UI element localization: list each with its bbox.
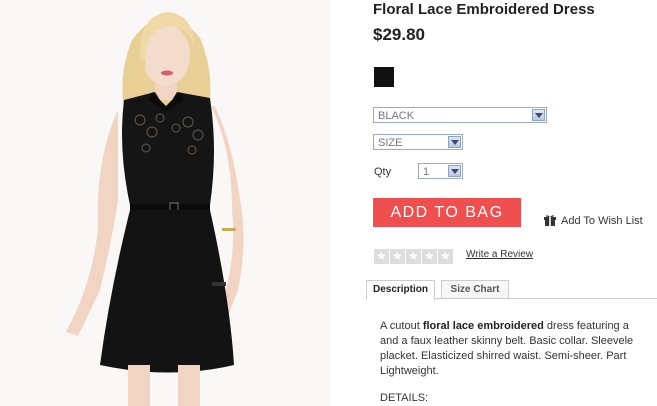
chevron-down-icon	[448, 136, 461, 148]
product-description: A cutout floral lace embroidered dress f…	[380, 319, 657, 379]
star-icon: ★	[390, 249, 405, 264]
star-icon: ★	[438, 249, 453, 264]
wishlist-label: Add To Wish List	[561, 215, 643, 227]
qty-select-value: 1	[423, 166, 430, 178]
add-to-bag-button[interactable]: ADD TO BAG	[373, 198, 521, 227]
product-price: $29.80	[373, 25, 425, 44]
qty-label: Qty	[374, 166, 392, 178]
color-swatch-black[interactable]	[374, 67, 394, 87]
product-image	[0, 0, 330, 406]
write-review-link[interactable]: Write a Review	[466, 249, 533, 260]
star-icon: ★	[406, 249, 421, 264]
color-select-value: BLACK	[378, 110, 415, 122]
star-icon: ★	[374, 249, 389, 264]
star-rating: ★ ★ ★ ★ ★	[374, 249, 453, 264]
size-select-value: SIZE	[378, 137, 403, 149]
product-title: Floral Lace Embroidered Dress	[373, 1, 595, 18]
details-heading: DETAILS:	[380, 392, 429, 404]
gift-icon	[544, 214, 556, 229]
chevron-down-icon	[448, 165, 461, 177]
tab-description[interactable]: Description	[366, 280, 435, 300]
star-icon: ★	[422, 249, 437, 264]
desc-line: placket. Elasticized shirred waist. Semi…	[380, 350, 627, 362]
tab-size-chart[interactable]: Size Chart	[441, 280, 509, 298]
desc-text: dress featuring a	[543, 320, 629, 332]
desc-line: and a faux leather skinny belt. Basic co…	[380, 335, 634, 347]
desc-line: Lightweight.	[380, 365, 439, 377]
desc-highlight: floral lace embroidered	[422, 320, 544, 332]
desc-text: A cutout	[380, 320, 423, 332]
chevron-down-icon	[532, 109, 545, 121]
add-to-wishlist-link[interactable]: Add To Wish List	[544, 214, 643, 229]
color-select[interactable]: BLACK	[373, 107, 547, 123]
size-select[interactable]: SIZE	[373, 134, 463, 150]
qty-select[interactable]: 1	[418, 163, 463, 179]
